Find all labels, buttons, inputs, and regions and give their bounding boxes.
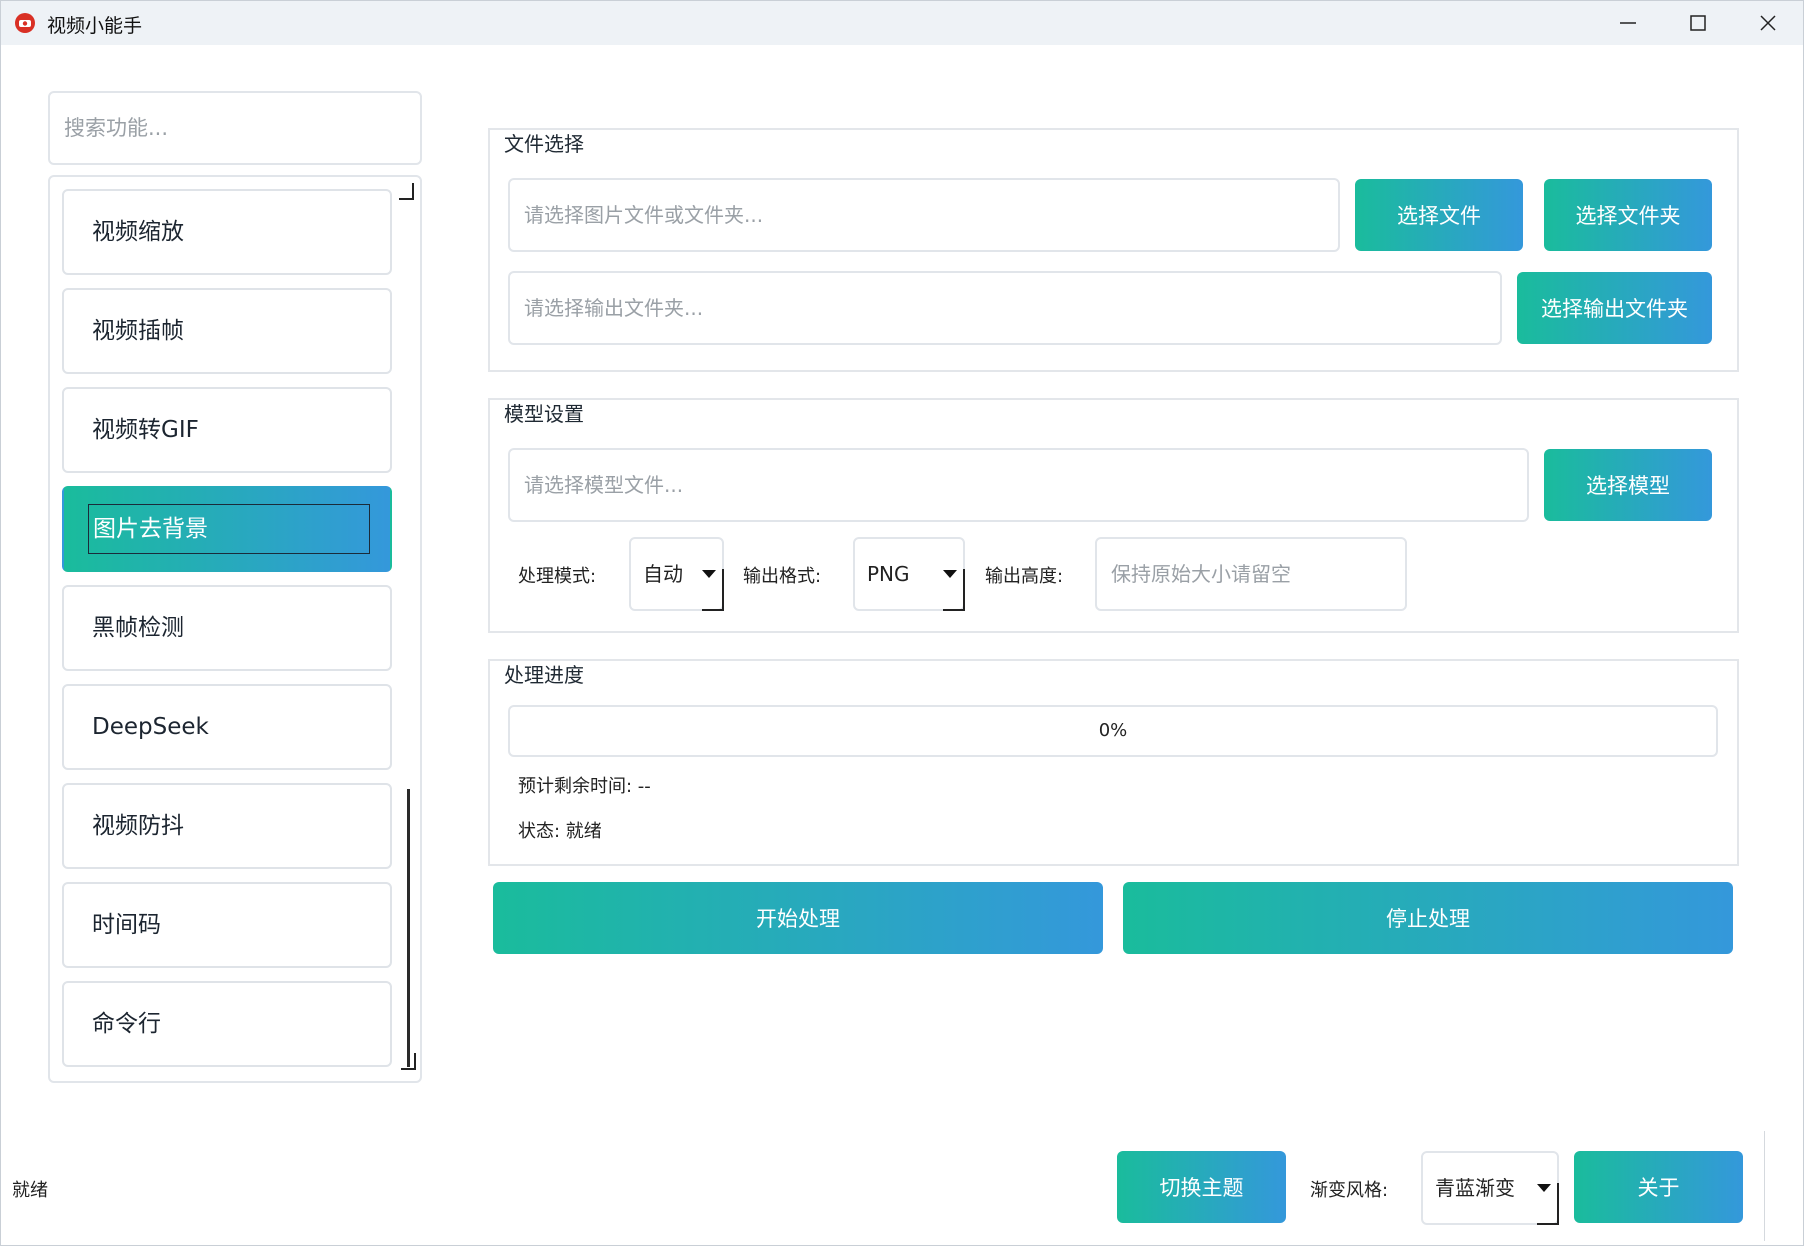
sidebar-item-video-scale[interactable]: 视频缩放	[62, 189, 392, 275]
maximize-icon	[1690, 15, 1706, 31]
sidebar-item-video-to-gif[interactable]: 视频转GIF	[62, 387, 392, 473]
output-height-field[interactable]: 保持原始大小请留空	[1095, 537, 1407, 611]
group-title: 模型设置	[504, 402, 584, 426]
model-file-field[interactable]: 请选择模型文件...	[508, 448, 1529, 522]
gradient-style-label: 渐变风格:	[1310, 1180, 1389, 1201]
progress-group: 处理进度	[488, 659, 1739, 866]
group-title: 处理进度	[504, 663, 584, 687]
sidebar-item-label: 视频插帧	[92, 318, 184, 344]
sidebar-item-label: 图片去背景	[93, 516, 208, 542]
processing-mode-select[interactable]: 自动	[629, 537, 724, 611]
function-list: 视频缩放 视频插帧 视频转GIF 图片去背景 黑帧检测 DeepSeek 视频防…	[48, 175, 422, 1083]
group-title: 文件选择	[504, 132, 584, 156]
output-format-value: PNG	[867, 562, 910, 586]
output-height-label: 输出高度:	[985, 566, 1064, 587]
sidebar-item-label: 视频缩放	[92, 219, 184, 245]
select-folder-button[interactable]: 选择文件夹	[1544, 179, 1712, 251]
status-label: 状态: 就绪	[518, 821, 602, 842]
sidebar-item-stabilization[interactable]: 视频防抖	[62, 783, 392, 869]
progress-bar: 0%	[508, 705, 1718, 757]
select-output-folder-button[interactable]: 选择输出文件夹	[1517, 272, 1712, 344]
combo-edge	[702, 569, 724, 611]
about-button[interactable]: 关于	[1574, 1151, 1743, 1223]
footer-divider	[1764, 1131, 1765, 1241]
gradient-style-value: 青蓝渐变	[1435, 1176, 1515, 1200]
stop-processing-button[interactable]: 停止处理	[1123, 882, 1733, 954]
sidebar-scrollbar[interactable]	[407, 789, 410, 1067]
close-button[interactable]	[1733, 1, 1803, 45]
sidebar-item-label: DeepSeek	[92, 714, 209, 740]
sidebar-item-timecode[interactable]: 时间码	[62, 882, 392, 968]
minimize-button[interactable]	[1593, 1, 1663, 45]
switch-theme-button[interactable]: 切换主题	[1117, 1151, 1286, 1223]
sidebar-item-black-frame-detect[interactable]: 黑帧检测	[62, 585, 392, 671]
function-search-input[interactable]: 搜索功能...	[48, 91, 422, 165]
sidebar-item-label: 命令行	[92, 1011, 161, 1037]
scroll-corner-icon	[401, 1053, 416, 1070]
output-format-label: 输出格式:	[743, 566, 822, 587]
combo-edge	[943, 569, 965, 611]
processing-mode-value: 自动	[643, 562, 683, 586]
minimize-icon	[1620, 22, 1636, 24]
sidebar-item-remove-background[interactable]: 图片去背景	[62, 486, 392, 572]
sidebar-item-command-line[interactable]: 命令行	[62, 981, 392, 1067]
output-format-select[interactable]: PNG	[853, 537, 965, 611]
window-title: 视频小能手	[47, 15, 143, 37]
sidebar-item-label: 视频转GIF	[92, 417, 199, 443]
input-file-field[interactable]: 请选择图片文件或文件夹...	[508, 178, 1340, 252]
sidebar-item-label: 视频防抖	[92, 813, 184, 839]
gradient-style-select[interactable]: 青蓝渐变	[1421, 1151, 1559, 1225]
combo-edge	[1537, 1183, 1559, 1225]
scroll-corner-icon	[399, 183, 414, 200]
app-window: 视频小能手 搜索功能... 视频缩放 视频插帧 视频转GIF 图片去背景 黑帧检…	[0, 0, 1804, 1246]
sidebar-item-label: 黑帧检测	[92, 615, 184, 641]
app-logo-icon	[15, 13, 35, 33]
progress-text: 0%	[1098, 720, 1128, 741]
select-file-button[interactable]: 选择文件	[1355, 179, 1523, 251]
maximize-button[interactable]	[1663, 1, 1733, 45]
processing-mode-label: 处理模式:	[518, 566, 597, 587]
title-bar: 视频小能手	[1, 1, 1803, 45]
status-bar-text: 就绪	[12, 1180, 48, 1201]
start-processing-button[interactable]: 开始处理	[493, 882, 1103, 954]
sidebar-item-deepseek[interactable]: DeepSeek	[62, 684, 392, 770]
focus-outline: 图片去背景	[88, 504, 370, 554]
sidebar-item-frame-interpolation[interactable]: 视频插帧	[62, 288, 392, 374]
output-folder-field[interactable]: 请选择输出文件夹...	[508, 271, 1502, 345]
sidebar-item-label: 时间码	[92, 912, 161, 938]
eta-label: 预计剩余时间: --	[518, 776, 651, 797]
close-icon	[1760, 15, 1776, 31]
select-model-button[interactable]: 选择模型	[1544, 449, 1712, 521]
